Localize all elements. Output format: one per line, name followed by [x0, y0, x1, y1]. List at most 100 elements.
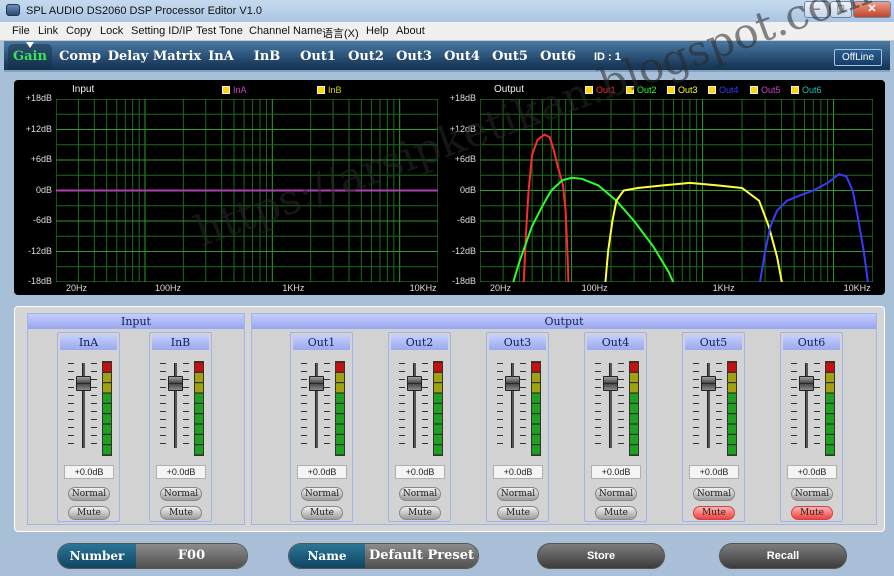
- normal-button[interactable]: Normal: [160, 487, 202, 501]
- mute-button[interactable]: Mute: [595, 506, 637, 520]
- normal-button[interactable]: Normal: [399, 487, 441, 501]
- meter-segment: [103, 383, 111, 393]
- gain-value-field[interactable]: +0.0dB: [689, 465, 739, 479]
- legend-out3: Out3: [667, 85, 698, 95]
- channel-strip-out2: Out2 +0.0dB Normal Mute: [388, 332, 451, 522]
- gain-value-field[interactable]: +0.0dB: [395, 465, 445, 479]
- channel-strip-out6: Out6 +0.0dB Normal Mute: [780, 332, 843, 522]
- menu-about[interactable]: About: [396, 25, 425, 37]
- fader-scale: [520, 363, 526, 448]
- menu-setting-id-ip[interactable]: Setting ID/IP: [131, 25, 193, 37]
- normal-button[interactable]: Normal: [68, 487, 110, 501]
- gain-value-field[interactable]: +0.0dB: [297, 465, 347, 479]
- fader-scale: [301, 363, 307, 448]
- fader-scale: [422, 363, 428, 448]
- mute-button[interactable]: Mute: [791, 506, 833, 520]
- output-response-plot: [480, 99, 873, 282]
- recall-button[interactable]: Recall: [719, 543, 847, 569]
- meter-segment: [728, 403, 736, 414]
- normal-button[interactable]: Normal: [693, 487, 735, 501]
- menu-test-tone[interactable]: Test Tone: [196, 25, 243, 37]
- menu-channel-name[interactable]: Channel Name: [249, 25, 322, 37]
- tab-out4[interactable]: Out4: [440, 44, 484, 70]
- meter-segment: [532, 434, 540, 445]
- channel-strip-out4: Out4 +0.0dB Normal Mute: [584, 332, 647, 522]
- fader-knob[interactable]: [505, 375, 520, 391]
- tab-out3[interactable]: Out3: [392, 44, 436, 70]
- menu-help[interactable]: Help: [366, 25, 389, 37]
- channel-name: InB: [152, 335, 209, 350]
- normal-button[interactable]: Normal: [301, 487, 343, 501]
- level-meter: [825, 361, 835, 456]
- meter-segment: [336, 414, 344, 424]
- maximize-button[interactable]: □: [830, 1, 852, 18]
- mute-button[interactable]: Mute: [497, 506, 539, 520]
- channel-name: Out1: [293, 335, 350, 350]
- store-button[interactable]: Store: [537, 543, 665, 569]
- menu-file[interactable]: File: [12, 25, 30, 37]
- meter-segment: [826, 362, 834, 372]
- tab-comp[interactable]: Comp: [56, 44, 104, 70]
- meter-segment: [336, 393, 344, 403]
- mute-button[interactable]: Mute: [68, 506, 110, 520]
- tab-gain[interactable]: Gain: [8, 42, 52, 70]
- normal-button[interactable]: Normal: [497, 487, 539, 501]
- input-response-plot: [56, 99, 438, 282]
- menu-link[interactable]: Link: [38, 25, 58, 37]
- mute-button[interactable]: Mute: [399, 506, 441, 520]
- menu-lock[interactable]: Lock: [100, 25, 123, 37]
- tab-out6[interactable]: Out6: [536, 44, 580, 70]
- tab-out5[interactable]: Out5: [488, 44, 532, 70]
- mute-button[interactable]: Mute: [693, 506, 735, 520]
- fader-knob[interactable]: [168, 375, 183, 391]
- channel-strip-inb: InB +0.0dB Normal Mute: [149, 332, 212, 522]
- tab-out1[interactable]: Out1: [296, 44, 340, 70]
- gain-value-field[interactable]: +0.0dB: [156, 465, 206, 479]
- meter-segment: [336, 362, 344, 372]
- fader-scale: [399, 363, 405, 448]
- minimize-button[interactable]: –: [804, 1, 830, 18]
- tab-out2[interactable]: Out2: [344, 44, 388, 70]
- meter-segment: [532, 372, 540, 383]
- preset-number-field[interactable]: Number F00: [57, 543, 248, 569]
- tab-delay[interactable]: Delay: [106, 44, 150, 70]
- meter-segment: [728, 372, 736, 383]
- menu-copy[interactable]: Copy: [66, 25, 92, 37]
- gain-value-field[interactable]: +0.0dB: [64, 465, 114, 479]
- fader-knob[interactable]: [799, 375, 814, 391]
- gain-value-field[interactable]: +0.0dB: [787, 465, 837, 479]
- normal-button[interactable]: Normal: [791, 487, 833, 501]
- preset-name-field[interactable]: Name Default Preset: [288, 543, 479, 569]
- tab-ina[interactable]: InA: [204, 44, 238, 70]
- fader-knob[interactable]: [76, 375, 91, 391]
- fader-scale: [497, 363, 503, 448]
- fader-knob[interactable]: [309, 375, 324, 391]
- menu-language[interactable]: 语言(X): [322, 25, 359, 41]
- mute-button[interactable]: Mute: [301, 506, 343, 520]
- legend-out1: Out1: [585, 85, 616, 95]
- level-meter: [629, 361, 639, 456]
- normal-button[interactable]: Normal: [595, 487, 637, 501]
- gain-value-field[interactable]: +0.0dB: [591, 465, 641, 479]
- gain-control-area: Input Output InA +0.0dB Normal Mute InB +0.0d…: [14, 306, 885, 532]
- fader-knob[interactable]: [603, 375, 618, 391]
- y-axis-tick-label: 0dB: [459, 184, 476, 195]
- close-button[interactable]: ✕: [853, 1, 891, 18]
- x-axis-tick-label: 20Hz: [490, 283, 512, 293]
- meter-segment: [103, 414, 111, 424]
- fader-knob[interactable]: [701, 375, 716, 391]
- offline-status-button[interactable]: OffLine: [834, 49, 882, 66]
- channel-name: InA: [60, 335, 117, 350]
- tab-matrix[interactable]: Matrix: [152, 44, 202, 70]
- gain-value-field[interactable]: +0.0dB: [493, 465, 543, 479]
- mute-button[interactable]: Mute: [160, 506, 202, 520]
- selected-indicator-icon: [26, 42, 34, 48]
- tab-inb[interactable]: InB: [250, 44, 284, 70]
- meter-segment: [195, 393, 203, 403]
- fader-scale: [91, 363, 97, 448]
- fader-knob[interactable]: [407, 375, 422, 391]
- legend-out4: Out4: [708, 85, 739, 95]
- meter-segment: [195, 372, 203, 383]
- level-meter: [335, 361, 345, 456]
- meter-segment: [195, 414, 203, 424]
